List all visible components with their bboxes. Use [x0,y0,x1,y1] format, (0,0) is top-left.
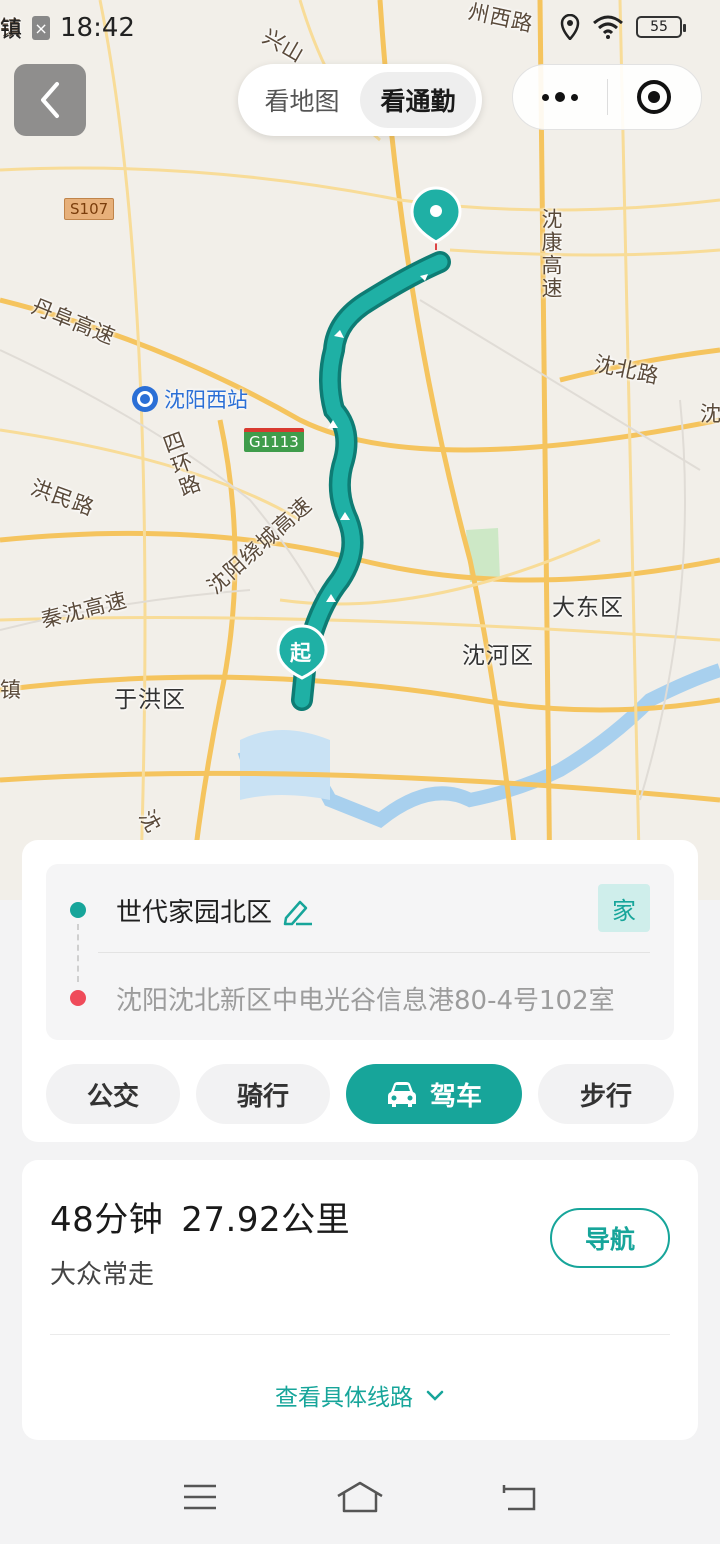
view-route-detail-link[interactable]: 查看具体线路 [22,1378,698,1412]
route-card: 世代家园北区 家 沈阳沈北新区中电光谷信息港80-4号102室 公交 骑行 驾车… [22,840,698,1142]
travel-mode-tabs: 公交 骑行 驾车 步行 [46,1064,674,1124]
more-button[interactable] [513,65,607,129]
destination-pin-icon [410,186,462,250]
map-label-yuhong: 于洪区 [114,687,186,713]
mode-bus[interactable]: 公交 [46,1064,180,1124]
mode-drive[interactable]: 驾车 [346,1064,522,1124]
train-station-icon [132,386,158,412]
view-mode-switch: 看地图 看通勤 [238,64,482,136]
status-carrier: 镇 [0,18,23,43]
start-marker-label: 起 [290,641,311,665]
home-tag: 家 [598,884,650,932]
address-box: 世代家园北区 家 沈阳沈北新区中电光谷信息港80-4号102室 [46,864,674,1040]
car-icon [387,1082,416,1107]
origin-name: 世代家园北区 [116,898,273,928]
battery-icon: 55 [636,16,686,38]
more-dots-icon [541,92,578,102]
result-divider [50,1334,670,1335]
distance: 27.92公里 [181,1200,351,1240]
status-bar: 镇 × 18:42 55 [0,0,720,58]
mode-bike[interactable]: 骑行 [196,1064,330,1124]
close-miniprogram-button[interactable] [608,65,702,129]
notification-icon: × [32,16,51,40]
map-label-zhen-left: 镇 [0,678,22,702]
destination-name: 沈阳沈北新区中电光谷信息港80-4号102室 [116,986,615,1016]
tab-commute[interactable]: 看通勤 [360,72,476,128]
map-label-shen-right: 沈 [700,402,720,426]
destination-row[interactable]: 沈阳沈北新区中电光谷信息港80-4号102室 [46,952,674,1040]
menu-button[interactable] [170,1467,230,1527]
map-shield-s107: S107 [64,198,115,220]
mode-drive-label: 驾车 [429,1081,482,1112]
tab-map[interactable]: 看地图 [244,72,360,128]
return-icon [502,1485,536,1511]
mode-walk[interactable]: 步行 [538,1064,674,1124]
origin-row[interactable]: 世代家园北区 家 [46,864,674,952]
route-tag: 大众常走 [50,1260,155,1290]
map-label-shenhe: 沈河区 [462,643,534,669]
home-button[interactable] [330,1467,390,1527]
map-shield-g1113: G1113 [244,428,304,452]
map-label-dadong: 大东区 [552,595,624,621]
battery-level: 55 [650,19,668,35]
target-icon [637,80,672,114]
result-card: 48分钟 27.92公里 大众常走 导航 查看具体线路 [22,1160,698,1440]
location-icon [560,14,580,40]
edit-pencil-icon[interactable] [282,896,314,926]
system-nav-bar [0,1450,720,1544]
chevron-down-icon [426,1390,444,1401]
map-label-shenkang: 沈康高速 [539,208,563,300]
miniprogram-capsule [512,64,702,130]
station-label: 沈阳西站 [164,388,248,412]
detail-label: 查看具体线路 [275,1385,413,1411]
status-time: 18:42 [60,13,135,43]
chevron-left-icon [41,82,59,118]
route-summary: 48分钟 27.92公里 [50,1192,350,1241]
back-system-button[interactable] [490,1467,550,1527]
home-icon [337,1481,383,1513]
wifi-icon [593,15,623,39]
navigate-button[interactable]: 导航 [550,1208,670,1268]
duration: 48分钟 [50,1200,164,1240]
back-button[interactable] [14,64,86,136]
menu-icon [184,1484,216,1510]
station-shenyang-west[interactable]: 沈阳西站 [132,384,248,414]
